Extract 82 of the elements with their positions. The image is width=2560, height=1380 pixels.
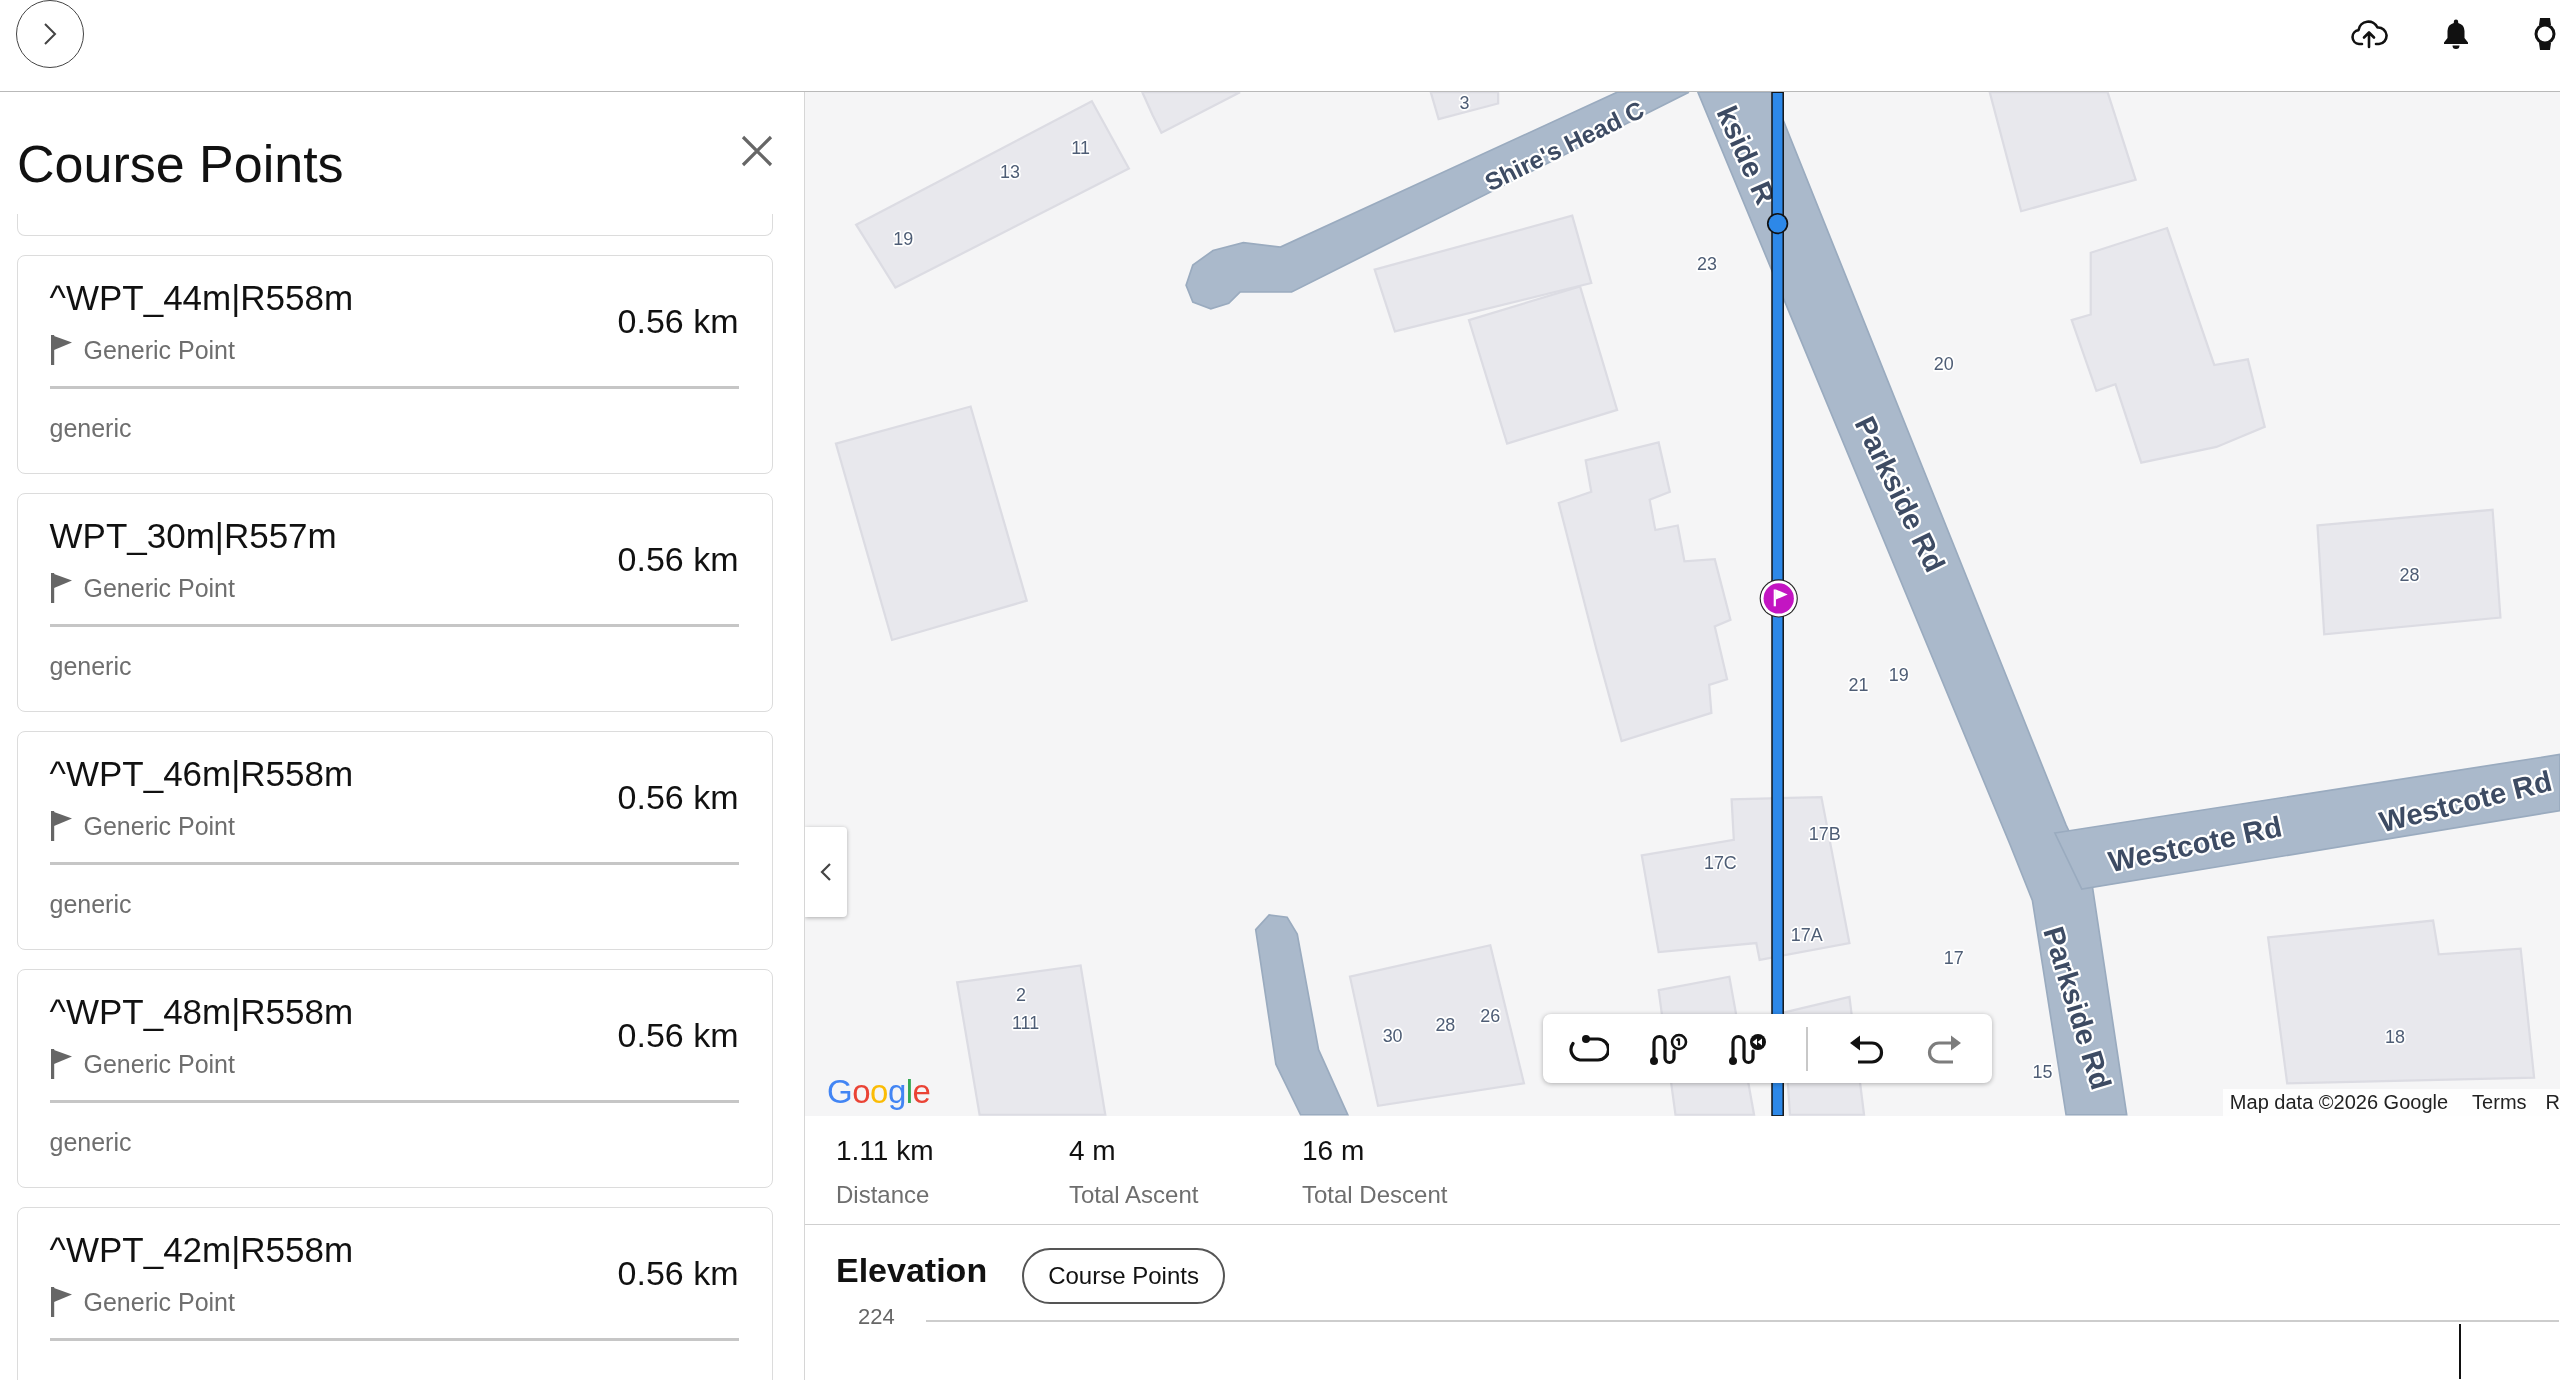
house-number: 20 xyxy=(1933,353,1954,374)
stat-value: 16 m xyxy=(1302,1134,1366,1168)
point-note: generic xyxy=(49,651,133,681)
building xyxy=(1429,92,1500,121)
point-name: ^WPT_46m|R558m xyxy=(49,753,354,795)
map-logo: Google xyxy=(827,1073,931,1111)
house-number: 26 xyxy=(1480,1006,1501,1026)
house-number: 18 xyxy=(2384,1027,2405,1048)
house-number: 11 xyxy=(1071,138,1090,159)
cloud-upload-icon[interactable] xyxy=(2350,18,2388,49)
route-pin-icon xyxy=(1648,1031,1688,1066)
street-label: kside R xyxy=(1710,101,1782,209)
house-number: 21 xyxy=(1848,674,1869,695)
flag-marker-icon[interactable] xyxy=(1759,579,1798,618)
map-link[interactable]: R xyxy=(2545,1089,2560,1116)
house-number: 3 xyxy=(1459,93,1470,114)
street-label: Westcote Rd xyxy=(2105,810,2285,879)
point-name: ^WPT_44m|R558m xyxy=(49,277,354,319)
redo-icon xyxy=(1927,1033,1963,1064)
course-point-card[interactable]: ^WPT_42m|R558m Generic Point 0.56 km xyxy=(17,1206,773,1380)
point-name: WPT_30m|R557m xyxy=(49,515,337,557)
house-number: 17C xyxy=(1703,853,1737,874)
point-type: Generic Point xyxy=(83,335,235,365)
chevron-left-icon xyxy=(820,862,832,882)
map-attribution: Map data ©2026 Google xyxy=(2229,1090,2449,1115)
house-number: 28 xyxy=(1435,1014,1456,1035)
course-points-button[interactable]: Course Points xyxy=(1022,1248,1225,1304)
house-number: 111 xyxy=(1011,1012,1040,1033)
point-distance: 0.56 km xyxy=(617,1015,739,1055)
point-distance: 0.56 km xyxy=(617,777,739,817)
house-number: 2 xyxy=(1016,984,1027,1005)
point-type: Generic Point xyxy=(83,811,235,841)
undo-icon xyxy=(1848,1033,1884,1064)
point-note: generic xyxy=(49,413,133,443)
house-number: 15 xyxy=(2032,1062,2053,1083)
flag-icon xyxy=(49,811,73,841)
course-point-card[interactable]: ^WPT_48m|R558m Generic Point 0.56 km generic xyxy=(17,968,773,1188)
point-name: ^WPT_42m|R558m xyxy=(49,1229,354,1271)
house-number: 19 xyxy=(1888,664,1909,685)
house-number: 17 xyxy=(1943,947,1964,968)
panel-title: Course Points xyxy=(17,134,344,195)
course-point-card[interactable]: WPT_30m|R557m Generic Point 0.56 km generic xyxy=(17,492,773,712)
cursor-line xyxy=(2459,1324,2461,1379)
point-type: Generic Point xyxy=(83,573,235,603)
point-distance: 0.56 km xyxy=(617,301,739,341)
stat-label: Distance xyxy=(836,1180,931,1209)
flag-icon xyxy=(49,1049,73,1079)
stat-value: 1.11 km xyxy=(836,1134,935,1168)
house-number: 19 xyxy=(893,229,914,250)
house-number: 17A xyxy=(1790,925,1823,946)
house-number: 17B xyxy=(1808,824,1841,845)
bell-icon[interactable] xyxy=(2441,17,2471,50)
point-name: ^WPT_48m|R558m xyxy=(49,991,354,1033)
route-return-icon xyxy=(1727,1031,1767,1066)
chevron-right-icon xyxy=(43,22,57,46)
flag-icon xyxy=(49,1287,73,1317)
course-point-card[interactable]: ^WPT_44m|R558m Generic Point 0.56 km generic xyxy=(17,254,773,474)
stat-label: Total Descent xyxy=(1302,1180,1449,1209)
street-label: Westcote Rd xyxy=(2376,764,2555,839)
loop-icon xyxy=(1569,1033,1609,1064)
course-point-card[interactable]: ^WPT_46m|R558m Generic Point 0.56 km generic xyxy=(17,730,773,950)
house-number: 23 xyxy=(1696,253,1717,274)
close-icon xyxy=(741,135,773,167)
flag-icon xyxy=(49,335,73,365)
house-number: 30 xyxy=(1382,1026,1403,1047)
point-type: Generic Point xyxy=(83,1049,235,1079)
axis-label: 224 xyxy=(858,1304,896,1331)
house-number: 28 xyxy=(2399,564,2420,585)
section-title: Elevation xyxy=(836,1250,988,1290)
route-dot-icon[interactable] xyxy=(1766,212,1789,235)
point-type: Generic Point xyxy=(83,1287,235,1317)
stat-value: 4 m xyxy=(1069,1134,1117,1168)
point-distance: 0.56 km xyxy=(617,1253,739,1293)
flag-icon xyxy=(49,573,73,603)
stat-label: Total Ascent xyxy=(1069,1180,1200,1209)
point-note: generic xyxy=(49,889,133,919)
map-link[interactable]: Terms xyxy=(2472,1089,2527,1116)
house-number: 13 xyxy=(999,161,1020,182)
point-distance: 0.56 km xyxy=(617,539,739,579)
close-button[interactable] xyxy=(741,135,773,167)
point-note: generic xyxy=(49,1127,133,1157)
watch-icon[interactable] xyxy=(2532,16,2558,51)
